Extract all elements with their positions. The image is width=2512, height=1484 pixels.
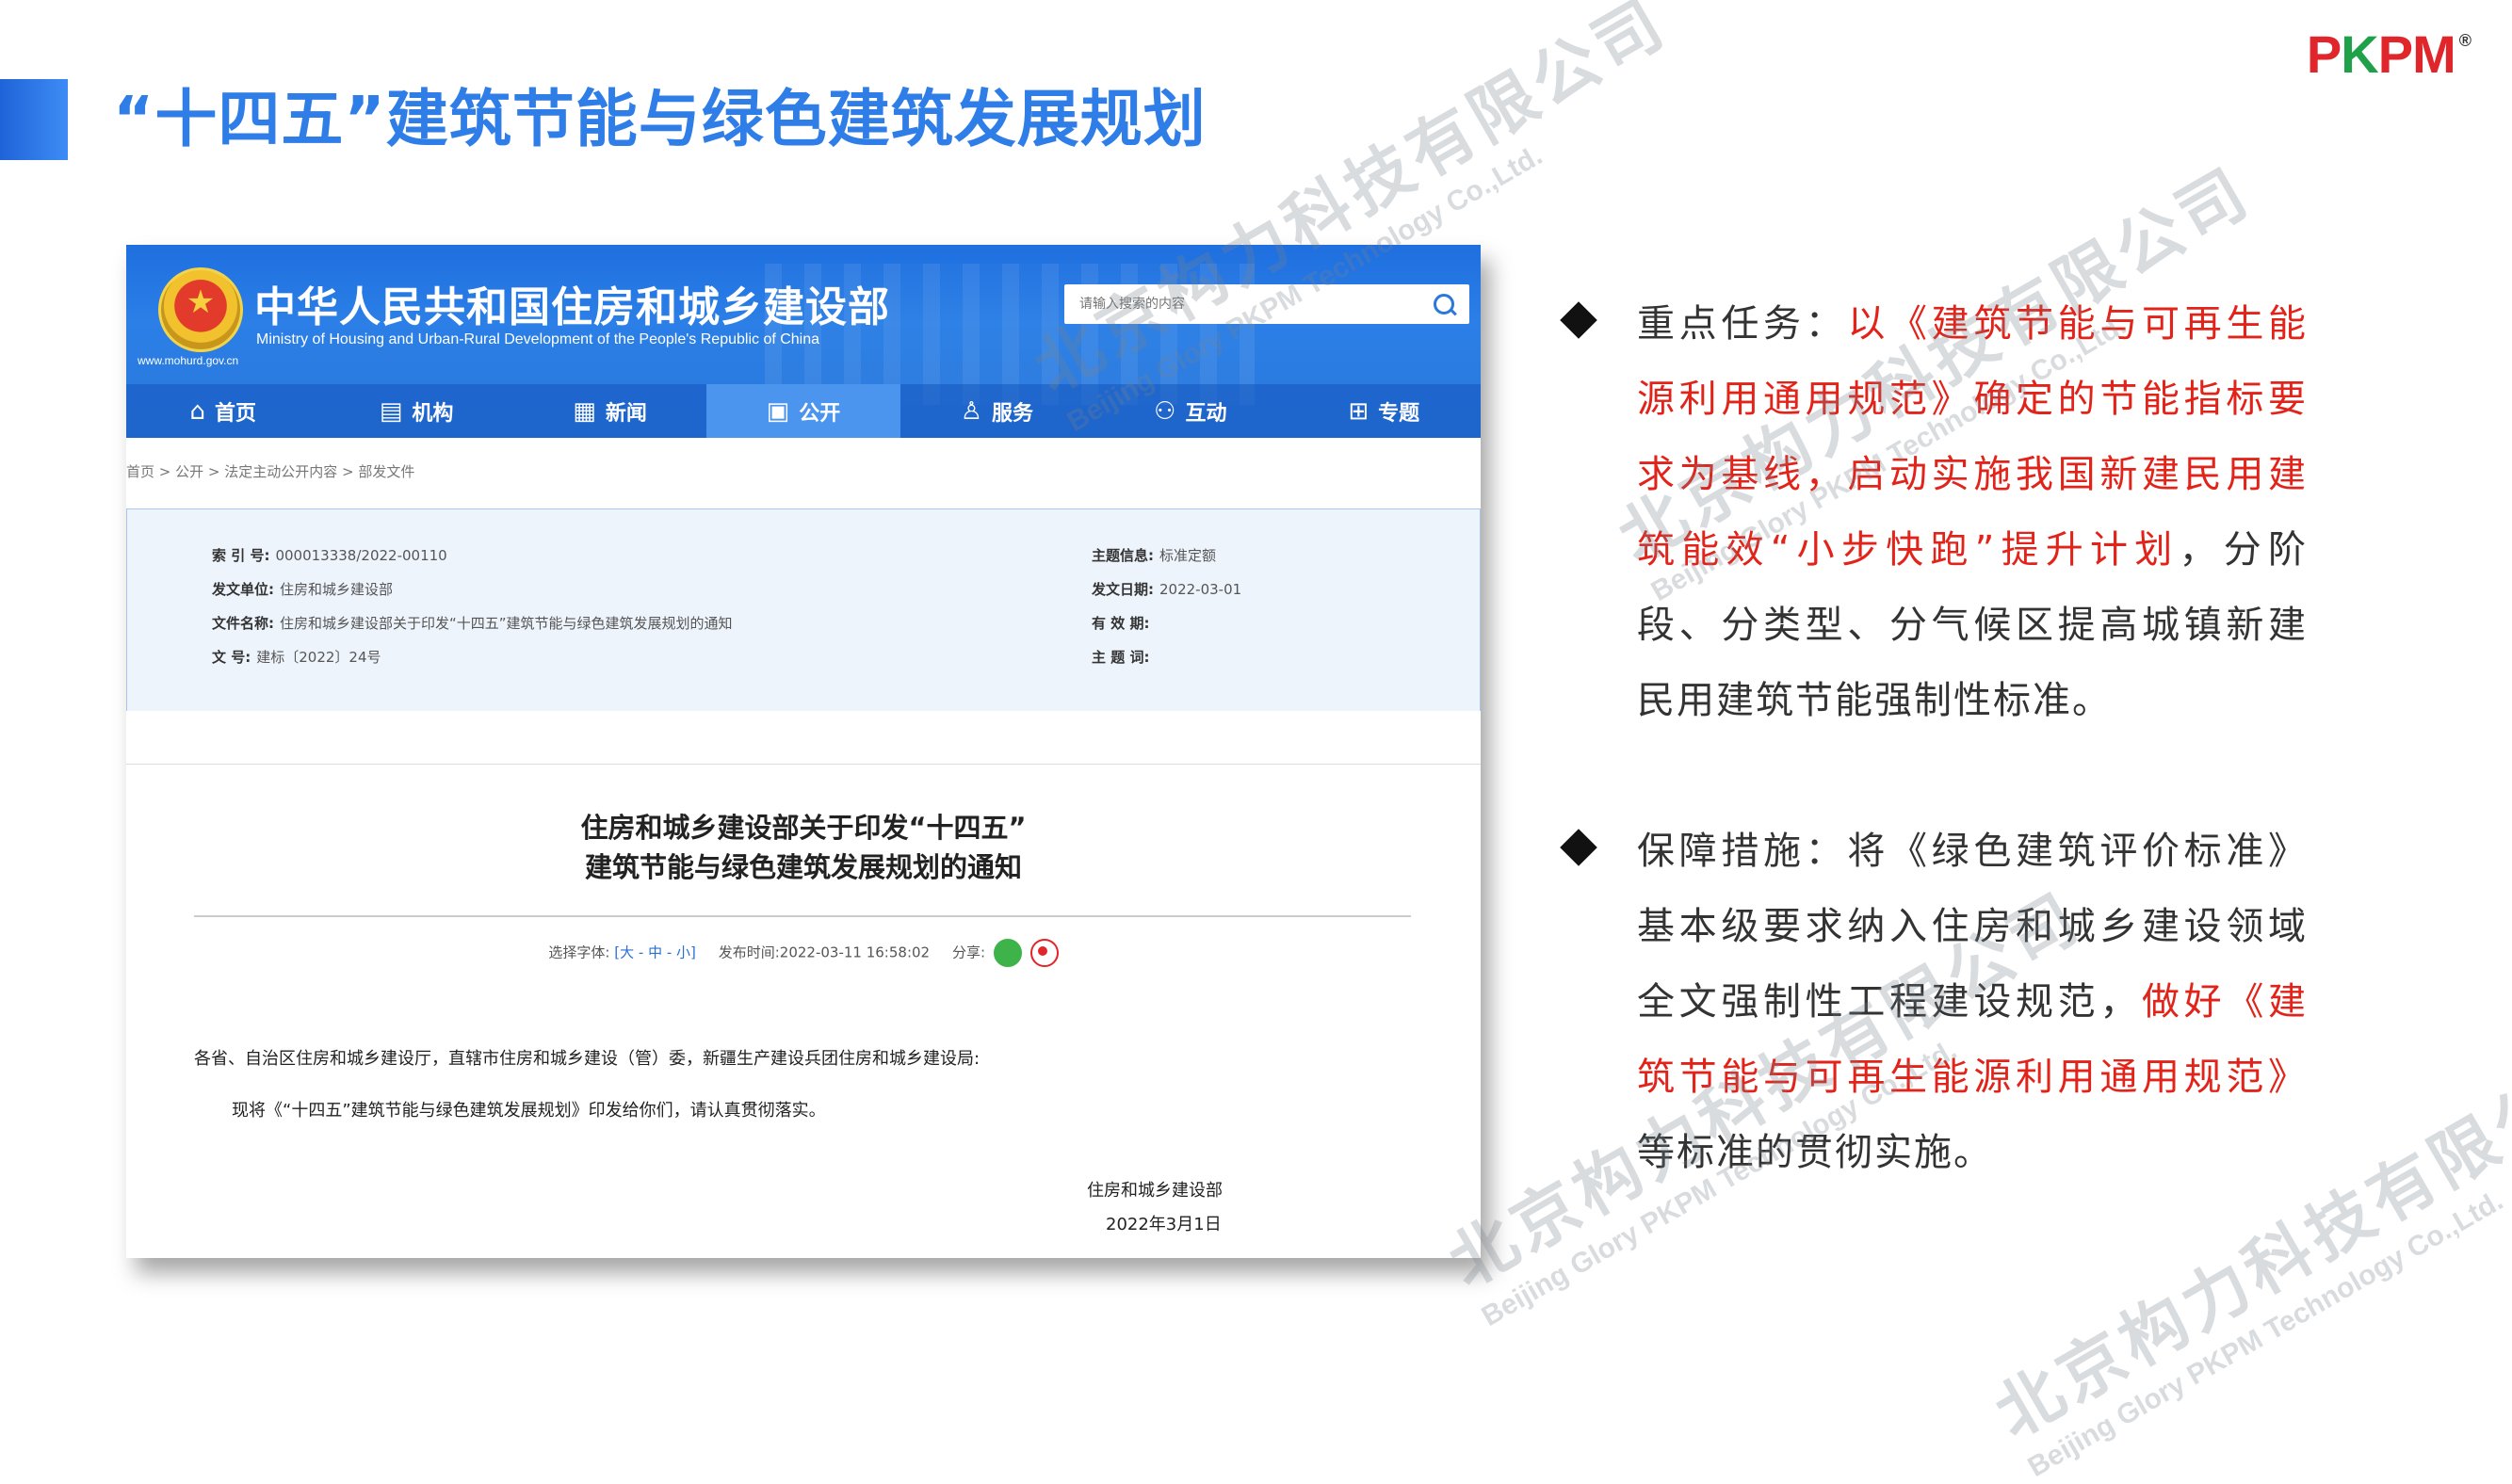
site-url: www.mohurd.gov.cn bbox=[138, 354, 239, 367]
building-icon: ▤ bbox=[379, 396, 403, 426]
meta-keywords: 主 题 词: bbox=[1092, 649, 1150, 666]
search-icon[interactable] bbox=[1434, 294, 1454, 315]
news-icon: ▦ bbox=[573, 396, 596, 426]
wechat-share-icon[interactable] bbox=[993, 939, 1022, 967]
meta-date: 发文日期: 2022-03-01 bbox=[1092, 581, 1242, 598]
document-sign-date: 2022年3月1日 bbox=[1106, 1215, 1222, 1234]
meta-filename: 文件名称: 住房和城乡建设部关于印发“十四五”建筑节能与绿色建筑发展规划的通知 bbox=[212, 615, 733, 632]
main-nav: ⌂ 首页 ▤ 机构 ▦ 新闻 ▣ 公开 ♙ 服务 ⚇ 互动 ⊞ 专题 bbox=[126, 384, 1481, 438]
nav-organization[interactable]: ▤ 机构 bbox=[319, 384, 512, 438]
document-info-bar: 选择字体: [大 - 中 - 小] 发布时间:2022-03-11 16:58:… bbox=[126, 939, 1481, 967]
meta-topic: 主题信息: 标准定额 bbox=[1092, 547, 1217, 564]
nav-news[interactable]: ▦ 新闻 bbox=[513, 384, 706, 438]
gov-site-header: ★ 中华人民共和国住房和城乡建设部 Ministry of Housing an… bbox=[126, 245, 1481, 438]
national-emblem-icon: ★ bbox=[158, 267, 243, 352]
pkpm-logo: PKPM ® bbox=[2306, 24, 2471, 84]
document-body: 现将《“十四五”建筑节能与绿色建筑发展规划》印发给你们，请认真贯彻落实。 bbox=[232, 1101, 826, 1121]
slide-title: “十四五”建筑节能与绿色建筑发展规划 bbox=[113, 83, 1207, 155]
document-meta-box: 索 引 号: 000013338/2022-00110 主题信息: 标准定额 发文单… bbox=[126, 508, 1481, 712]
breadcrumb[interactable]: 首页 > 公开 > 法定主动公开内容 > 部发文件 bbox=[126, 461, 414, 481]
nav-topics[interactable]: ⊞ 专题 bbox=[1288, 384, 1481, 438]
search-input[interactable] bbox=[1064, 284, 1418, 324]
nav-interaction[interactable]: ⚇ 互动 bbox=[1094, 384, 1287, 438]
meta-index: 索 引 号: 000013338/2022-00110 bbox=[212, 547, 447, 564]
site-name-en: Ministry of Housing and Urban-Rural Deve… bbox=[256, 331, 820, 347]
bullet-key-tasks: 重点任务：以《建筑节能与可再生能源利用通用规范》确定的节能指标要求为基线，启动实… bbox=[1560, 286, 2308, 738]
gov-website-screenshot: ★ 中华人民共和国住房和城乡建设部 Ministry of Housing an… bbox=[126, 245, 1481, 1258]
document-salutation: 各省、自治区住房和城乡建设厅，直辖市住房和城乡建设（管）委，新疆生产建设兵团住房… bbox=[194, 1049, 980, 1069]
nav-public[interactable]: ▣ 公开 bbox=[706, 384, 900, 438]
topics-icon: ⊞ bbox=[1348, 396, 1369, 426]
document-title: 住房和城乡建设部关于印发“十四五” 建筑节能与绿色建筑发展规划的通知 bbox=[580, 812, 1027, 883]
service-icon: ♙ bbox=[960, 396, 983, 426]
font-size-selector[interactable]: [大 - 中 - 小] bbox=[614, 944, 696, 961]
publish-time: 2022-03-11 16:58:02 bbox=[779, 944, 931, 961]
site-name-cn: 中华人民共和国住房和城乡建设部 bbox=[254, 283, 890, 331]
public-info-icon: ▣ bbox=[766, 396, 790, 426]
search-box bbox=[1064, 284, 1469, 324]
meta-issuer: 发文单位: 住房和城乡建设部 bbox=[212, 581, 394, 598]
meta-validity: 有 效 期: bbox=[1092, 615, 1150, 632]
interaction-icon: ⚇ bbox=[1154, 396, 1176, 426]
nav-home[interactable]: ⌂ 首页 bbox=[126, 384, 319, 438]
home-icon: ⌂ bbox=[189, 396, 205, 426]
nav-service[interactable]: ♙ 服务 bbox=[900, 384, 1094, 438]
title-divider bbox=[194, 915, 1411, 917]
separator-band bbox=[126, 711, 1481, 765]
title-accent-bar bbox=[0, 79, 68, 160]
weibo-share-icon[interactable] bbox=[1029, 939, 1059, 967]
meta-docno: 文 号: 建标〔2022〕24号 bbox=[212, 649, 381, 666]
bullet-safeguards: 保障措施：将《绿色建筑评价标准》基本级要求纳入住房和城乡建设领域全文强制性工程建… bbox=[1560, 814, 2308, 1190]
document-signer: 住房和城乡建设部 bbox=[1087, 1181, 1223, 1201]
